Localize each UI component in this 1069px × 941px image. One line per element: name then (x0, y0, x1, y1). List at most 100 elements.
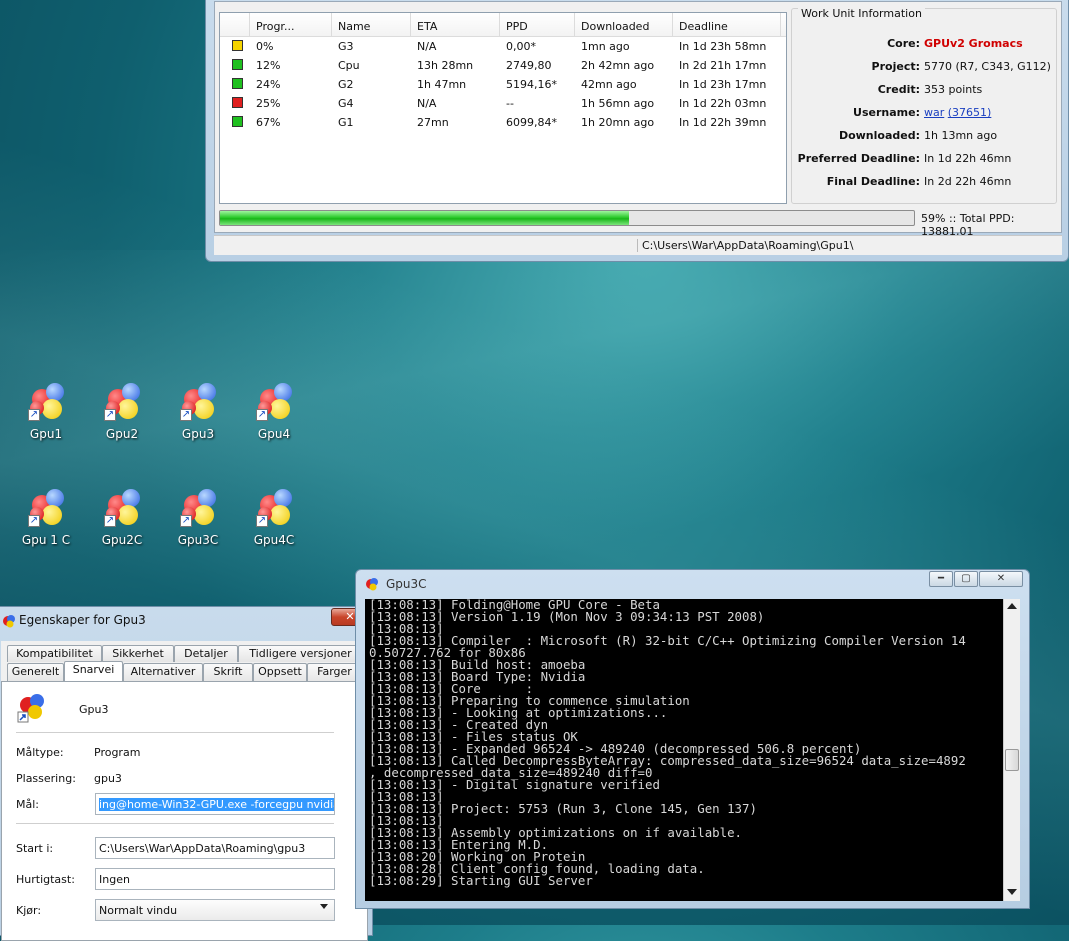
desktop-icon-label: Gpu4C (253, 533, 295, 547)
total-progress-bar (219, 210, 915, 226)
progress-cell: 12% (256, 59, 281, 72)
progress-cell: 67% (256, 116, 281, 129)
ppd-cell: -- (506, 97, 514, 110)
column-ppd[interactable]: PPD (500, 13, 575, 36)
table-row[interactable]: 25% G4 N/A -- 1h 56mn ago In 1d 22h 03mn (220, 94, 786, 113)
folding-icon: ↗ (178, 381, 218, 425)
eta-cell: 1h 47mn (417, 78, 467, 91)
desktop-icon-label: Gpu3 (181, 427, 215, 441)
separator (16, 823, 334, 824)
status-icon (220, 96, 250, 111)
name-cell: G1 (338, 116, 354, 129)
tab-oppsett[interactable]: Oppsett (253, 663, 307, 682)
downloaded-cell: 2h 42mn ago (581, 59, 655, 72)
name-cell: G4 (338, 97, 354, 110)
ppd-cell: 5194,16* (506, 78, 557, 91)
tab-kompatibilitet[interactable]: Kompatibilitet (7, 645, 102, 662)
desktop-icon-label: Gpu4 (257, 427, 291, 441)
dialog-title: Egenskaper for Gpu3 (19, 613, 146, 627)
final-deadline-value: In 2d 22h 46mn (924, 175, 1012, 188)
desktop-icon-gpu2c[interactable]: ↗ Gpu2C (92, 487, 152, 547)
downloaded-value: 1h 13mn ago (924, 129, 998, 142)
column-progress[interactable]: Progr... (250, 13, 332, 36)
column-eta[interactable]: ETA (411, 13, 500, 36)
status-icon (220, 115, 250, 130)
desktop-icon-gpu2[interactable]: ↗ Gpu2 (92, 381, 152, 441)
console-close-button[interactable]: ✕ (979, 571, 1023, 587)
tab-detaljer[interactable]: Detaljer (174, 645, 238, 662)
tab-sikkerhet[interactable]: Sikkerhet (102, 645, 174, 662)
downloaded-cell: 1mn ago (581, 40, 630, 53)
shortcut-name: Gpu3 (79, 703, 109, 716)
tab-snarvei[interactable]: Snarvei (64, 661, 123, 681)
tab-generelt[interactable]: Generelt (7, 663, 64, 682)
ppd-cell: 2749,80 (506, 59, 552, 72)
folding-icon: ↗ (178, 487, 218, 531)
shortcut-arrow-icon: ↗ (104, 515, 116, 527)
scroll-thumb[interactable] (1005, 749, 1019, 771)
preferred-deadline-value: In 1d 22h 46mn (924, 152, 1012, 165)
scroll-up-icon[interactable] (1007, 603, 1017, 609)
shortcut-arrow-icon: ↗ (28, 515, 40, 527)
desktop-icon-label: Gpu2 (105, 427, 139, 441)
info-downloaded: Downloaded: 1h 13mn ago (792, 129, 1058, 149)
run-select[interactable]: Normalt vindu (95, 899, 335, 921)
status-path: C:\Users\War\AppData\Roaming\Gpu1\ (637, 239, 853, 252)
tab-farger[interactable]: Farger (307, 663, 362, 682)
name-cell: G3 (338, 40, 354, 53)
shortcut-arrow-icon: ↗ (256, 515, 268, 527)
table-row[interactable]: 67% G1 27mn 6099,84* 1h 20mn ago In 1d 22h 39… (220, 113, 786, 132)
maximize-icon: ▢ (961, 573, 971, 584)
tab-skrift[interactable]: Skrift (203, 663, 253, 682)
startin-label: Start i: (16, 842, 54, 855)
desktop-icon-gpu3[interactable]: ↗ Gpu3 (168, 381, 228, 441)
run-label: Kjør: (16, 904, 42, 917)
progress-cell: 25% (256, 97, 281, 110)
folding-icon: ↗ (102, 487, 142, 531)
desktop-icon-gpu3c[interactable]: ↗ Gpu3C (168, 487, 228, 547)
location-label: Plassering: (16, 772, 76, 785)
column-status[interactable] (220, 13, 250, 36)
folding-icon: ↗ (26, 381, 66, 425)
deadline-cell: In 1d 23h 58mn (679, 40, 767, 53)
console-output[interactable]: [13:08:13] Folding@Home GPU Core - Beta … (365, 599, 1003, 901)
ppd-cell: 6099,84* (506, 116, 557, 129)
minimize-icon: ━ (937, 573, 945, 584)
info-project: Project: 5770 (R7, C343, G112) (792, 60, 1058, 80)
console-app-icon (366, 578, 378, 591)
hotkey-input[interactable]: Ingen (95, 868, 335, 890)
user-id-link[interactable]: (37651) (948, 106, 992, 119)
desktop-icon-gpu-1-c[interactable]: ↗ Gpu 1 C (16, 487, 76, 547)
maximize-button[interactable]: ▢ (954, 571, 978, 587)
console-title: Gpu3C (386, 577, 427, 591)
console-scrollbar[interactable] (1003, 599, 1020, 901)
startin-input[interactable]: C:\Users\War\AppData\Roaming\gpu3 (95, 837, 335, 859)
work-unit-list[interactable]: Progr... Name ETA PPD Downloaded Deadlin… (219, 12, 787, 204)
column-name[interactable]: Name (332, 13, 411, 36)
shortcut-arrow-icon: ↗ (180, 409, 192, 421)
info-credit: Credit: 353 points (792, 83, 1058, 103)
column-downloaded[interactable]: Downloaded (575, 13, 673, 36)
table-row[interactable]: 0% G3 N/A 0,00* 1mn ago In 1d 23h 58mn (220, 37, 786, 56)
list-rows: 0% G3 N/A 0,00* 1mn ago In 1d 23h 58mn 12% Cpu 1… (220, 37, 786, 132)
desktop-icon-gpu4[interactable]: ↗ Gpu4 (244, 381, 304, 441)
minimize-button[interactable]: ━ (929, 571, 953, 587)
project-value: 5770 (R7, C343, G112) (924, 60, 1051, 73)
shortcut-properties-icon (3, 615, 15, 628)
tab-alternativer[interactable]: Alternativer (123, 663, 203, 682)
scroll-down-icon[interactable] (1007, 889, 1017, 895)
folding-icon: ↗ (26, 487, 66, 531)
table-row[interactable]: 12% Cpu 13h 28mn 2749,80 2h 42mn ago In 2d 21… (220, 56, 786, 75)
column-deadline[interactable]: Deadline (673, 13, 781, 36)
fah-monitor-window: Progr... Name ETA PPD Downloaded Deadlin… (205, 0, 1069, 262)
table-row[interactable]: 24% G2 1h 47mn 5194,16* 42mn ago In 1d 23h 17… (220, 75, 786, 94)
desktop-icon-gpu4c[interactable]: ↗ Gpu4C (244, 487, 304, 547)
status-square-icon (232, 39, 243, 51)
desktop-icon-gpu1[interactable]: ↗ Gpu1 (16, 381, 76, 441)
username-link[interactable]: war (924, 106, 944, 119)
info-core: Core: GPUv2 Gromacs (792, 37, 1058, 57)
status-square-icon (232, 58, 243, 70)
type-label: Måltype: (16, 746, 64, 759)
target-input[interactable]: ing@home-Win32-GPU.exe -forcegpu nvidia_… (95, 793, 335, 815)
tab-tidligere-versjoner[interactable]: Tidligere versjoner (238, 645, 363, 662)
